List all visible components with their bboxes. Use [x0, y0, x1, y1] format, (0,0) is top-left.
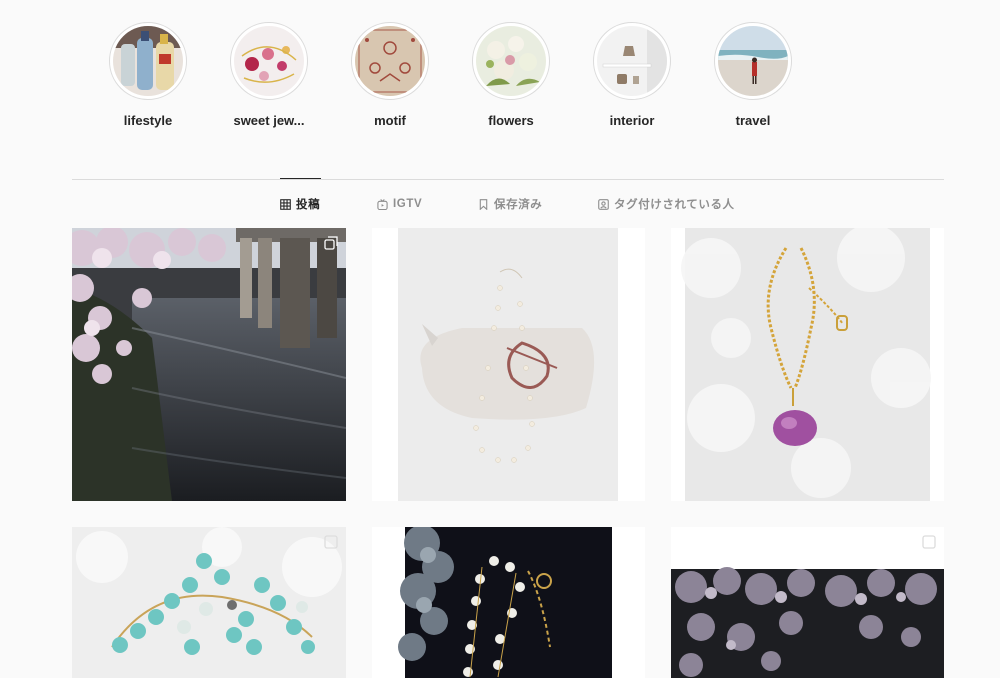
post-image: [671, 228, 944, 501]
post-image: [72, 527, 346, 678]
tab-label: 投稿: [296, 199, 321, 211]
highlight-cover-image: [234, 26, 304, 96]
post-image: [72, 228, 346, 501]
tab-posts[interactable]: 投稿: [280, 196, 320, 212]
tab-igtv[interactable]: IGTV: [377, 196, 422, 212]
highlight-travel[interactable]: travel: [698, 22, 808, 128]
grid-icon: [280, 198, 291, 210]
highlight-cover-ring: [351, 22, 429, 100]
highlight-label: flowers: [488, 113, 534, 128]
highlight-label: sweet jew...: [233, 113, 305, 128]
highlight-cover-image: [718, 26, 788, 96]
highlight-cover-ring: [230, 22, 308, 100]
highlight-label: motif: [374, 113, 406, 128]
profile-page: lifestyle sweet jew... motif flowers int…: [0, 0, 1000, 678]
tagged-user-icon: [598, 198, 609, 210]
post-tile[interactable]: [671, 228, 944, 501]
igtv-icon: [377, 198, 388, 210]
active-tab-indicator: [280, 178, 321, 179]
tab-label: タグ付けされている人: [614, 199, 735, 211]
highlight-cover-image: [355, 26, 425, 96]
highlight-flowers[interactable]: flowers: [456, 22, 566, 128]
highlight-lifestyle[interactable]: lifestyle: [93, 22, 203, 128]
post-tile[interactable]: [372, 228, 645, 501]
bookmark-icon: [478, 198, 489, 210]
post-tile[interactable]: [72, 228, 346, 501]
carousel-icon: [324, 236, 338, 250]
post-image: [671, 527, 944, 678]
tab-label: 保存済み: [494, 199, 543, 211]
highlight-cover-image: [113, 26, 183, 96]
carousel-icon: [324, 535, 338, 549]
tab-tagged[interactable]: タグ付けされている人: [598, 196, 735, 212]
highlight-label: travel: [735, 113, 771, 128]
post-image: [372, 527, 645, 678]
highlight-cover-ring: [593, 22, 671, 100]
highlight-motif[interactable]: motif: [335, 22, 445, 128]
tabs-divider: [72, 179, 944, 180]
post-tile[interactable]: [671, 527, 944, 678]
post-image: [372, 228, 645, 501]
highlight-cover-image: [597, 26, 667, 96]
highlight-interior[interactable]: interior: [577, 22, 687, 128]
highlight-label: interior: [609, 113, 655, 128]
profile-tabs: 投稿 IGTV 保存済み タグ付けされている人: [0, 196, 1000, 212]
highlight-sweet-jewelry[interactable]: sweet jew...: [214, 22, 324, 128]
story-highlights: lifestyle sweet jew... motif flowers int…: [0, 22, 1000, 132]
highlight-cover-image: [476, 26, 546, 96]
highlight-cover-ring: [714, 22, 792, 100]
post-tile[interactable]: [72, 527, 346, 678]
tab-saved[interactable]: 保存済み: [478, 196, 542, 212]
post-tile[interactable]: [372, 527, 645, 678]
tab-label: IGTV: [393, 198, 423, 210]
carousel-icon: [922, 535, 936, 549]
highlight-cover-ring: [472, 22, 550, 100]
highlight-cover-ring: [109, 22, 187, 100]
highlight-label: lifestyle: [123, 113, 173, 128]
